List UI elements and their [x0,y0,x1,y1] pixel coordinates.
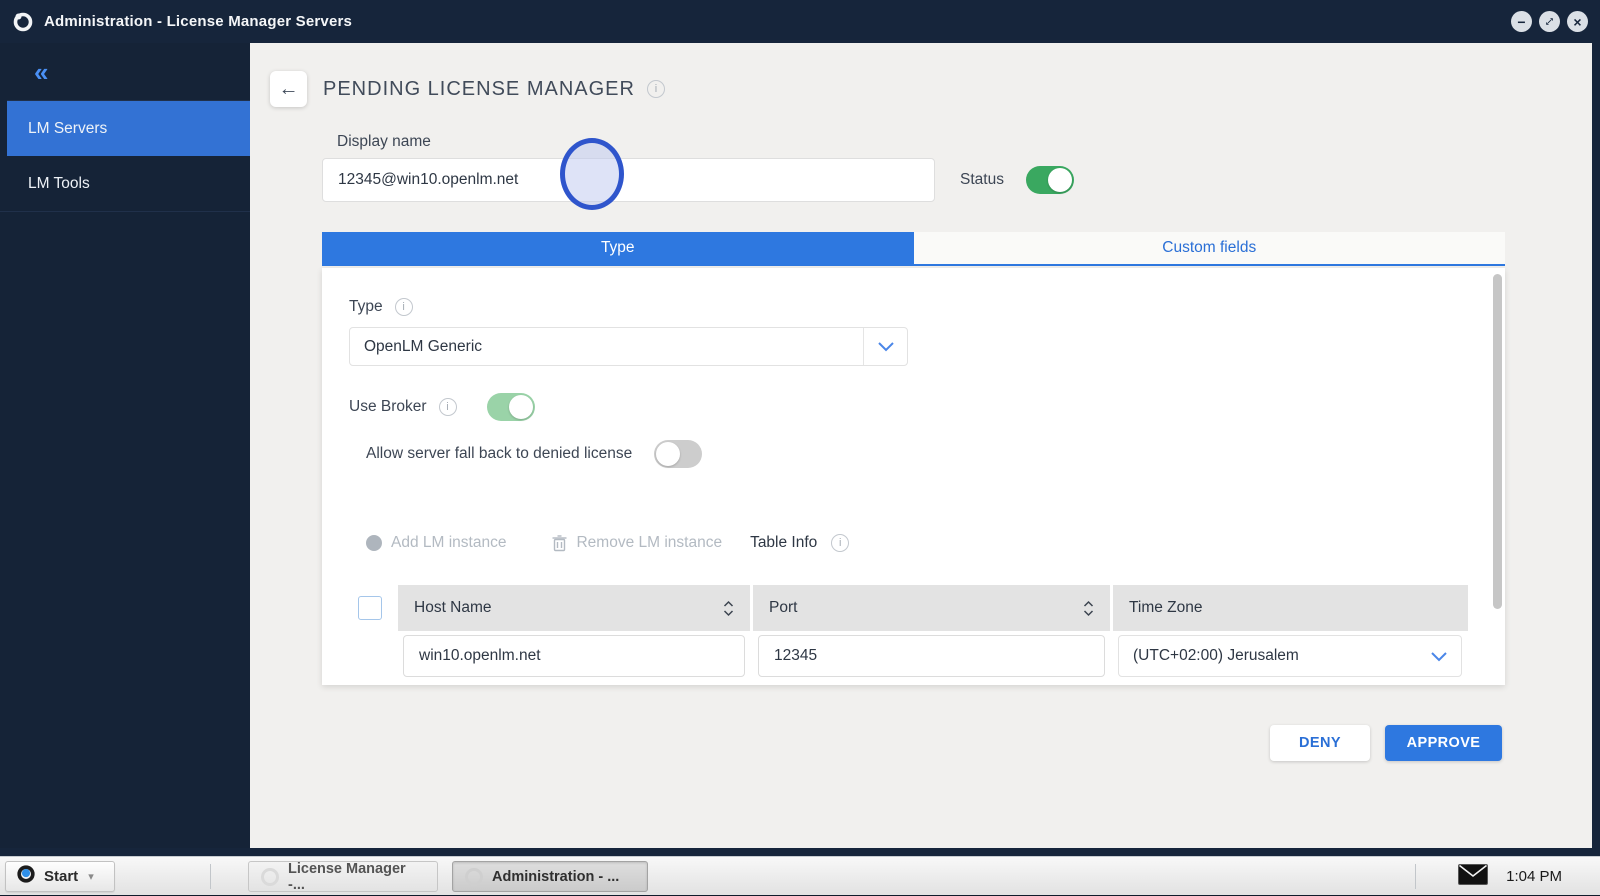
type-field-label: Type [349,298,383,316]
toggle-knob [1048,168,1072,192]
start-caret-icon[interactable]: ▾ [88,870,94,883]
table-header: Host Name Port Time Zone [322,585,1505,631]
taskbar-clock: 1:04 PM [1506,868,1562,885]
maximize-button[interactable] [1539,11,1560,32]
column-label: Host Name [414,599,492,617]
fallback-label: Allow server fall back to denied license [366,445,632,463]
title-bar: Administration - License Manager Servers… [0,0,1600,43]
taskbar-item-label: License Manager -... [288,861,425,893]
window-title: Administration - License Manager Servers [44,13,352,30]
deny-button[interactable]: DENY [1270,725,1370,761]
sidebar-item-label: LM Tools [28,175,90,193]
use-broker-label: Use Broker [349,398,427,416]
toggle-knob [509,395,533,419]
taskbar: Start ▾ License Manager -... Administrat… [0,856,1600,895]
tab-type[interactable]: Type [322,232,914,264]
remove-lm-instance-button[interactable]: Remove LM instance [552,534,722,552]
table-info-label: Table Info [750,534,817,552]
taskbar-divider [210,864,211,889]
main-content: ← PENDING LICENSE MANAGER i Display name… [250,43,1592,848]
sidebar-item-label: LM Servers [28,120,107,138]
tab-bar: Type Custom fields [322,232,1505,266]
type-dropdown[interactable]: OpenLM Generic [349,327,908,366]
port-input[interactable] [758,635,1105,677]
chevron-down-icon [863,328,907,365]
taskbar-item-license-manager[interactable]: License Manager -... [248,861,438,892]
display-name-label: Display name [337,133,431,151]
sidebar-item-lm-tools[interactable]: LM Tools [0,156,250,212]
remove-lm-instance-label: Remove LM instance [576,534,722,552]
column-header-time-zone[interactable]: Time Zone [1113,585,1468,631]
panel-scrollbar [1493,274,1502,679]
taskbar-item-label: Administration - ... [492,869,619,885]
use-broker-row: Use Broker i [349,393,535,421]
use-broker-info-icon[interactable]: i [439,398,457,416]
openlm-logo-icon [12,11,34,33]
add-circle-icon [366,535,382,551]
type-field-header: Type i [349,298,413,316]
action-buttons: DENY APPROVE [1270,725,1502,761]
mail-icon[interactable] [1458,864,1488,890]
time-zone-value: (UTC+02:00) Jerusalem [1119,647,1417,665]
column-header-port[interactable]: Port [753,585,1110,631]
app-ring-icon [261,868,279,886]
page-title-info-icon[interactable]: i [647,80,665,98]
scrollbar-thumb[interactable] [1493,274,1502,609]
fallback-row: Allow server fall back to denied license [366,440,702,468]
trash-icon [552,535,567,552]
system-tray: 1:04 PM [1458,857,1562,896]
type-tab-panel: Type i OpenLM Generic Use Broker i Allow… [322,268,1505,685]
back-button[interactable]: ← [270,71,307,107]
page-header: ← PENDING LICENSE MANAGER i [270,71,665,107]
chevron-down-icon [1417,636,1461,676]
tab-custom-fields[interactable]: Custom fields [914,232,1506,264]
taskbar-divider [1415,864,1416,889]
display-name-input[interactable] [322,158,935,202]
table-info: Table Info i [750,534,849,552]
type-info-icon[interactable]: i [395,298,413,316]
sidebar: « LM Servers LM Tools [0,43,250,848]
sort-icon[interactable] [1083,600,1094,617]
column-label: Time Zone [1129,599,1203,617]
app-body: « LM Servers LM Tools ← PENDING LICENSE … [0,43,1592,848]
use-broker-toggle[interactable] [487,393,535,421]
start-button[interactable]: Start ▾ [5,861,115,892]
sidebar-item-lm-servers[interactable]: LM Servers [7,100,250,156]
column-header-host-name[interactable]: Host Name [398,585,750,631]
page-title: PENDING LICENSE MANAGER [323,78,635,101]
toggle-knob [656,442,680,466]
time-zone-dropdown[interactable]: (UTC+02:00) Jerusalem [1118,635,1462,677]
add-lm-instance-label: Add LM instance [391,534,506,552]
status-label: Status [960,171,1004,189]
app-window: Administration - License Manager Servers… [0,0,1600,856]
type-dropdown-value: OpenLM Generic [350,338,863,356]
window-controls: − × [1511,11,1588,32]
sidebar-nav: LM Servers LM Tools [0,100,250,212]
table-row: (UTC+02:00) Jerusalem [322,635,1505,681]
table-info-icon[interactable]: i [831,534,849,552]
click-indicator [560,138,624,210]
column-label: Port [769,599,797,617]
add-lm-instance-button[interactable]: Add LM instance [366,534,506,552]
sidebar-collapse-icon[interactable]: « [0,43,250,88]
close-button[interactable]: × [1567,11,1588,32]
app-ring-icon [465,868,483,886]
status-toggle[interactable] [1026,166,1074,194]
host-name-input[interactable] [403,635,745,677]
start-logo-icon [16,864,36,889]
start-label: Start [44,868,78,885]
minimize-button[interactable]: − [1511,11,1532,32]
table-toolbar: Add LM instance Remove LM instance Table… [366,534,849,552]
taskbar-item-administration[interactable]: Administration - ... [452,861,648,892]
expand-icon [1544,16,1555,27]
status-row: Status [960,158,1074,202]
approve-button[interactable]: APPROVE [1385,725,1502,761]
fallback-toggle[interactable] [654,440,702,468]
sort-icon[interactable] [723,600,734,617]
